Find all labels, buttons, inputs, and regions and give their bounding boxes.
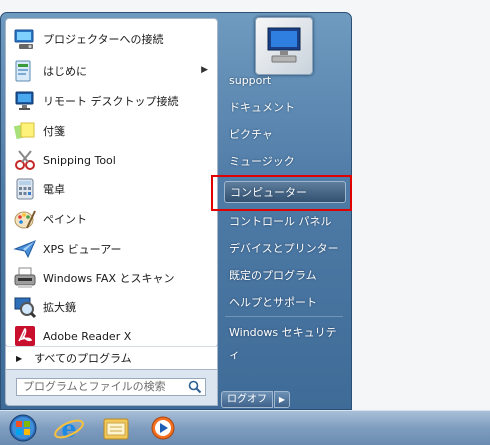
magnifier-icon	[14, 297, 37, 319]
shutdown-options-button[interactable]: ▶	[274, 391, 290, 408]
program-item-snipping-tool[interactable]: Snipping Tool	[9, 146, 214, 174]
getting-started-icon	[15, 60, 31, 82]
search-input[interactable]: プログラムとファイルの検索	[16, 378, 206, 396]
right-item-user[interactable]: support	[224, 70, 346, 92]
search-icon[interactable]	[188, 380, 202, 394]
program-label: Snipping Tool	[43, 153, 116, 167]
start-orb-icon[interactable]	[4, 413, 42, 443]
program-label: ペイント	[43, 213, 87, 226]
all-programs-arrow-icon: ▶	[16, 353, 23, 363]
program-label: リモート デスクトップ接続	[43, 95, 179, 108]
highlight-annotation-box	[211, 175, 352, 211]
calculator-icon	[16, 178, 34, 200]
menu-separator	[225, 316, 343, 317]
media-player-icon[interactable]	[144, 413, 182, 443]
search-placeholder: プログラムとファイルの検索	[23, 380, 166, 393]
right-item-control-panel[interactable]: コントロール パネル	[224, 211, 346, 233]
program-label: Windows FAX とスキャン	[43, 272, 175, 285]
internet-explorer-icon[interactable]: e	[50, 413, 88, 443]
monitor-icon	[267, 27, 301, 63]
program-item-paint[interactable]: ペイント	[9, 205, 214, 233]
fax-scan-icon	[14, 267, 36, 288]
program-label: はじめに	[43, 65, 87, 78]
right-item-devices-printers[interactable]: デバイスとプリンター	[224, 238, 346, 260]
pinned-programs-pane: プロジェクターへの接続 はじめに ▶ リモート デスクトップ接続 付箋 Snip…	[5, 18, 218, 348]
program-label: 付箋	[43, 125, 65, 138]
right-item-documents[interactable]: ドキュメント	[224, 97, 346, 119]
all-programs-button[interactable]: ▶ すべてのプログラム	[5, 346, 218, 370]
taskbar: e	[0, 410, 490, 445]
adobe-reader-icon	[15, 326, 35, 346]
program-label: 電卓	[43, 183, 65, 196]
right-item-windows-security[interactable]: Windows セキュリティ	[224, 322, 346, 361]
logoff-button[interactable]: ログオフ	[221, 391, 273, 408]
explorer-folder-icon[interactable]	[98, 413, 136, 443]
program-label: 拡大鏡	[43, 301, 76, 314]
program-label: Adobe Reader X	[43, 329, 132, 343]
chevron-right-icon: ▶	[278, 395, 286, 404]
program-label: XPS ビューアー	[43, 243, 122, 256]
remote-desktop-icon	[15, 91, 34, 110]
right-item-pictures[interactable]: ピクチャ	[224, 124, 346, 146]
all-programs-label: すべてのプログラム	[34, 352, 132, 365]
xps-viewer-icon	[13, 240, 36, 259]
program-item-projector[interactable]: プロジェクターへの接続	[9, 25, 214, 53]
program-item-getting-started[interactable]: はじめに ▶	[9, 57, 214, 85]
program-item-sticky-notes[interactable]: 付箋	[9, 117, 214, 145]
svg-text:e: e	[61, 414, 76, 443]
snipping-tool-icon	[15, 150, 35, 170]
right-item-music[interactable]: ミュージック	[224, 151, 346, 173]
paint-icon	[14, 210, 36, 229]
submenu-arrow-icon: ▶	[201, 65, 208, 75]
program-item-xps-viewer[interactable]: XPS ビューアー	[9, 235, 214, 263]
start-menu: プロジェクターへの接続 はじめに ▶ リモート デスクトップ接続 付箋 Snip…	[0, 12, 352, 410]
right-item-default-programs[interactable]: 既定のプログラム	[224, 265, 346, 287]
user-picture[interactable]	[255, 17, 313, 75]
search-area: プログラムとファイルの検索	[5, 370, 218, 406]
program-item-fax-scan[interactable]: Windows FAX とスキャン	[9, 264, 214, 292]
program-item-calculator[interactable]: 電卓	[9, 175, 214, 203]
program-label: プロジェクターへの接続	[43, 33, 164, 46]
sticky-notes-icon	[13, 122, 35, 140]
right-item-help-support[interactable]: ヘルプとサポート	[224, 292, 346, 314]
program-item-magnifier[interactable]: 拡大鏡	[9, 293, 214, 321]
projector-icon	[14, 29, 34, 49]
program-item-remote-desktop[interactable]: リモート デスクトップ接続	[9, 87, 214, 115]
